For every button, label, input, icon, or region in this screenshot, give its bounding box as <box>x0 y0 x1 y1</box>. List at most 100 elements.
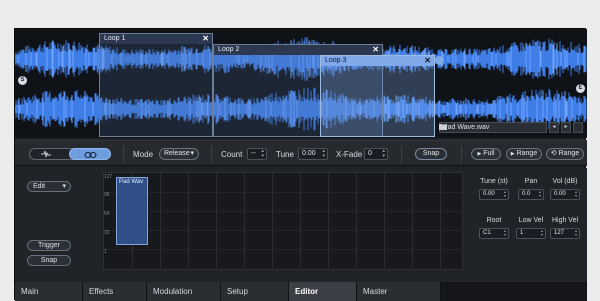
high-vel-param-label: High Vel <box>551 217 579 224</box>
high-vel-param-value: 127 <box>554 230 565 236</box>
loop-end-handle-icon[interactable] <box>435 56 444 65</box>
high-vel-param-field[interactable]: 127 ▴ ▾ <box>550 228 580 239</box>
low-vel-param-field[interactable]: 1 ▴ ▾ <box>516 228 546 239</box>
waveform-display[interactable]: Loop 1 ✕ Loop 2 ✕ Loop 3 ✕ S E Pad Wave.… <box>15 29 587 138</box>
velocity-axis-label: 32 <box>104 230 110 236</box>
edit-dropdown[interactable]: Edit ▾ <box>27 181 71 192</box>
play-full-button[interactable]: ▶ Full <box>471 148 501 160</box>
grid-column-line <box>160 173 161 269</box>
chevron-down-icon: ▾ <box>62 183 66 190</box>
low-vel-param-value: 1 <box>520 230 524 236</box>
root-param-field[interactable]: C1 ▴ ▾ <box>479 228 509 239</box>
grid-column-line <box>216 173 217 269</box>
grid-column-line <box>356 173 357 269</box>
grid-column-line <box>244 173 245 269</box>
tab-setup[interactable]: Setup <box>221 282 289 301</box>
waveform-view-button[interactable] <box>29 148 69 160</box>
loop-region-3[interactable]: Loop 3 ✕ <box>320 55 435 137</box>
volume-param-field[interactable]: 0.00 ▴ ▾ <box>550 189 580 200</box>
tab-master[interactable]: Master <box>357 282 441 301</box>
stepper-icon[interactable]: ▴ ▾ <box>504 229 506 237</box>
loop-3-header[interactable]: Loop 3 ✕ <box>321 56 434 66</box>
divider <box>211 145 212 163</box>
pan-param-field[interactable]: 0.0 ▴ ▾ <box>518 189 544 200</box>
grid-column-line <box>328 173 329 269</box>
grid-row-line <box>104 249 462 250</box>
velocity-axis-label: 127 <box>104 174 113 180</box>
loop-control-bar: Mode Release ▾ Count -- ▴ ▾ Tune 0.00 ▴ ▾ … <box>15 140 587 166</box>
sample-end-marker[interactable]: E <box>576 84 585 93</box>
tab-editor[interactable]: Editor <box>289 282 357 301</box>
low-vel-param-label: Low Vel <box>518 217 544 224</box>
stepper-icon[interactable]: ▴ ▾ <box>322 149 325 159</box>
snap-button[interactable]: Snap <box>415 148 447 160</box>
chevron-down-icon: ▾ <box>190 150 194 157</box>
pan-param-value: 0.0 <box>522 191 531 197</box>
tab-main[interactable]: Main <box>15 282 83 301</box>
mode-value: Release <box>164 150 190 157</box>
grid-row-line <box>104 230 462 231</box>
trigger-button[interactable]: Trigger <box>27 240 71 251</box>
stepper-icon[interactable]: ▴ ▾ <box>504 190 506 198</box>
loop-1-header[interactable]: Loop 1 ✕ <box>100 34 212 44</box>
mode-dropdown[interactable]: Release ▾ <box>159 148 199 160</box>
loop-3-close-icon[interactable]: ✕ <box>424 56 431 66</box>
count-value: -- <box>251 150 256 157</box>
sample-zone[interactable]: Pad Wav <box>116 177 148 245</box>
sample-file-name[interactable]: Pad Wave.wav <box>439 122 547 133</box>
snap-toggle-button[interactable]: Snap <box>27 255 71 266</box>
stepper-icon[interactable]: ▴ ▾ <box>541 229 543 237</box>
loop-2-close-icon[interactable]: ✕ <box>372 45 379 55</box>
tab-modulation[interactable]: Modulation <box>147 282 221 301</box>
range-label: Range <box>516 150 538 157</box>
volume-param-value: 0.00 <box>554 191 566 197</box>
zone-label: Pad Wav <box>119 179 144 185</box>
grid-column-line <box>272 173 273 269</box>
pan-param-label: Pan <box>524 178 538 185</box>
grid-column-line <box>188 173 189 269</box>
loop-2-header[interactable]: Loop 2 ✕ <box>214 45 382 55</box>
range-label: Range <box>558 150 580 157</box>
folder-icon[interactable] <box>439 122 583 133</box>
sample-start-marker[interactable]: S <box>18 76 27 85</box>
play-range-button[interactable]: ▶ Range <box>506 148 542 160</box>
zone-editor: Edit ▾ Trigger Snap 127 96 64 32 1 Pad W… <box>15 168 587 282</box>
play-icon: ▶ <box>510 151 515 157</box>
tune-value: 0.00 <box>302 150 316 157</box>
grid-column-line <box>384 173 385 269</box>
previous-sample-button[interactable]: ◂ <box>549 122 559 133</box>
loop-range-button[interactable]: ⟲ Range <box>546 148 584 160</box>
stepper-icon[interactable]: ▴ ▾ <box>261 149 264 159</box>
stepper-icon[interactable]: ▴ ▾ <box>575 229 577 237</box>
tune-param-field[interactable]: 0.00 ▴ ▾ <box>479 189 509 200</box>
grid-column-line <box>440 173 441 269</box>
root-param-label: Root <box>486 217 502 224</box>
grid-row-line <box>104 211 462 212</box>
velocity-axis-label: 1 <box>104 249 107 255</box>
stepper-icon[interactable]: ▴ ▾ <box>575 190 577 198</box>
tune-field[interactable]: 0.00 ▴ ▾ <box>298 148 328 160</box>
grid-row-line <box>104 192 462 193</box>
loop-region-1[interactable]: Loop 1 ✕ <box>99 33 213 137</box>
loop-view-button[interactable] <box>69 148 111 160</box>
count-label: Count <box>221 150 243 159</box>
zone-map-grid[interactable]: 127 96 64 32 1 Pad Wav <box>103 172 463 270</box>
play-icon: ▶ <box>477 151 482 157</box>
full-label: Full <box>483 150 495 157</box>
sampler-panel: Loop 1 ✕ Loop 2 ✕ Loop 3 ✕ S E Pad Wave.… <box>14 28 587 301</box>
stepper-icon[interactable]: ▴ ▾ <box>539 190 541 198</box>
count-field[interactable]: -- ▴ ▾ <box>247 148 267 160</box>
sample-file-bar: Pad Wave.wav ◂ ▸ <box>439 122 583 133</box>
loop-1-close-icon[interactable]: ✕ <box>202 34 209 44</box>
next-sample-button[interactable]: ▸ <box>561 122 571 133</box>
tune-param-label: Tune (st) <box>480 178 508 185</box>
xfade-value: 0 <box>368 150 372 157</box>
velocity-axis-label: 96 <box>104 192 110 198</box>
xfade-field[interactable]: 0 ▴ ▾ <box>364 148 388 160</box>
grid-column-line <box>300 173 301 269</box>
stepper-icon[interactable]: ▴ ▾ <box>382 149 385 159</box>
tab-effects[interactable]: Effects <box>83 282 147 301</box>
tab-bar: Main Effects Modulation Setup Editor Mas… <box>15 282 587 301</box>
grid-column-line <box>412 173 413 269</box>
tune-label: Tune <box>276 150 294 159</box>
